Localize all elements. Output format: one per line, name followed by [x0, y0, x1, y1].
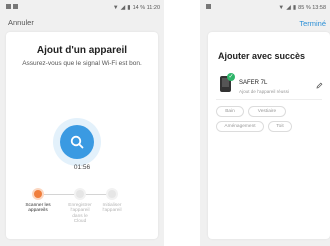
notification-icons	[206, 4, 213, 10]
room-chip[interactable]: Aménagement	[216, 121, 264, 132]
status-right: ▼ ◢ ▮ 14 % 11:20	[113, 4, 160, 11]
notification-icon	[13, 4, 18, 10]
check-icon: ✓	[227, 73, 235, 81]
step-label-init: Initialiser l'appareil	[102, 203, 122, 214]
step-dot-cloud	[76, 190, 84, 198]
room-chip[interactable]: Toit	[268, 121, 292, 132]
status-text: 85 % 13:58	[298, 5, 326, 11]
success-card: Ajouter avec succès ✓ SAFER 7L Ajout de …	[208, 32, 330, 239]
step-connector	[42, 194, 76, 195]
countdown-timer: 01:56	[73, 164, 91, 171]
device-status: Ajout de l'appareil réussi	[239, 89, 289, 94]
divider	[216, 99, 322, 100]
signal-icon: ◢	[286, 5, 291, 11]
status-bar: ▼ ◢ ▮ 14 % 11:20	[0, 4, 164, 13]
wifi-icon: ▼	[112, 5, 119, 11]
card-subtitle: Assurez-vous que le signal Wi-Fi est bon…	[22, 60, 142, 67]
adding-card: Ajout d'un appareil Assurez-vous que le …	[6, 32, 158, 239]
magnifier-icon	[70, 135, 84, 149]
cancel-button[interactable]: Annuler	[8, 18, 34, 27]
status-right: ▼ ◢ ▮ 85 % 13:58	[278, 4, 326, 11]
notification-icon	[206, 4, 211, 10]
step-dot-init	[108, 190, 116, 198]
phone-screen-success: ▼ ◢ ▮ 85 % 13:58 Terminé Ajouter avec succè…	[200, 0, 330, 246]
screenshot-canvas: ▼ ◢ ▮ 14 % 11:20 Annuler Ajout d'un apparei…	[0, 0, 330, 246]
device-name: SAFER 7L	[239, 80, 268, 86]
battery-icon: ▮	[127, 5, 131, 11]
step-dot-scan	[34, 190, 42, 198]
notification-icons	[6, 4, 20, 10]
scan-button[interactable]	[60, 125, 94, 159]
card-title: Ajouter avec succès	[218, 51, 306, 61]
room-chip[interactable]: Vestiaire	[248, 106, 286, 117]
notification-icon	[6, 4, 11, 10]
wifi-icon: ▼	[278, 5, 285, 11]
status-text: 14 % 11:20	[132, 5, 160, 11]
battery-icon: ▮	[292, 5, 297, 11]
card-title: Ajout d'un appareil	[36, 45, 128, 56]
pencil-icon[interactable]	[316, 82, 323, 89]
step-connector	[84, 194, 109, 195]
step-label-scan: Scanner les appareils	[25, 203, 51, 214]
room-chip[interactable]: Bain	[216, 106, 244, 117]
status-bar: ▼ ◢ ▮ 85 % 13:58	[200, 4, 330, 13]
step-label-cloud: Enregistrer l'appareil dans le Cloud	[68, 203, 92, 225]
done-button[interactable]: Terminé	[299, 19, 326, 28]
phone-screen-adding: ▼ ◢ ▮ 14 % 11:20 Annuler Ajout d'un apparei…	[0, 0, 164, 246]
signal-icon: ◢	[120, 5, 126, 11]
